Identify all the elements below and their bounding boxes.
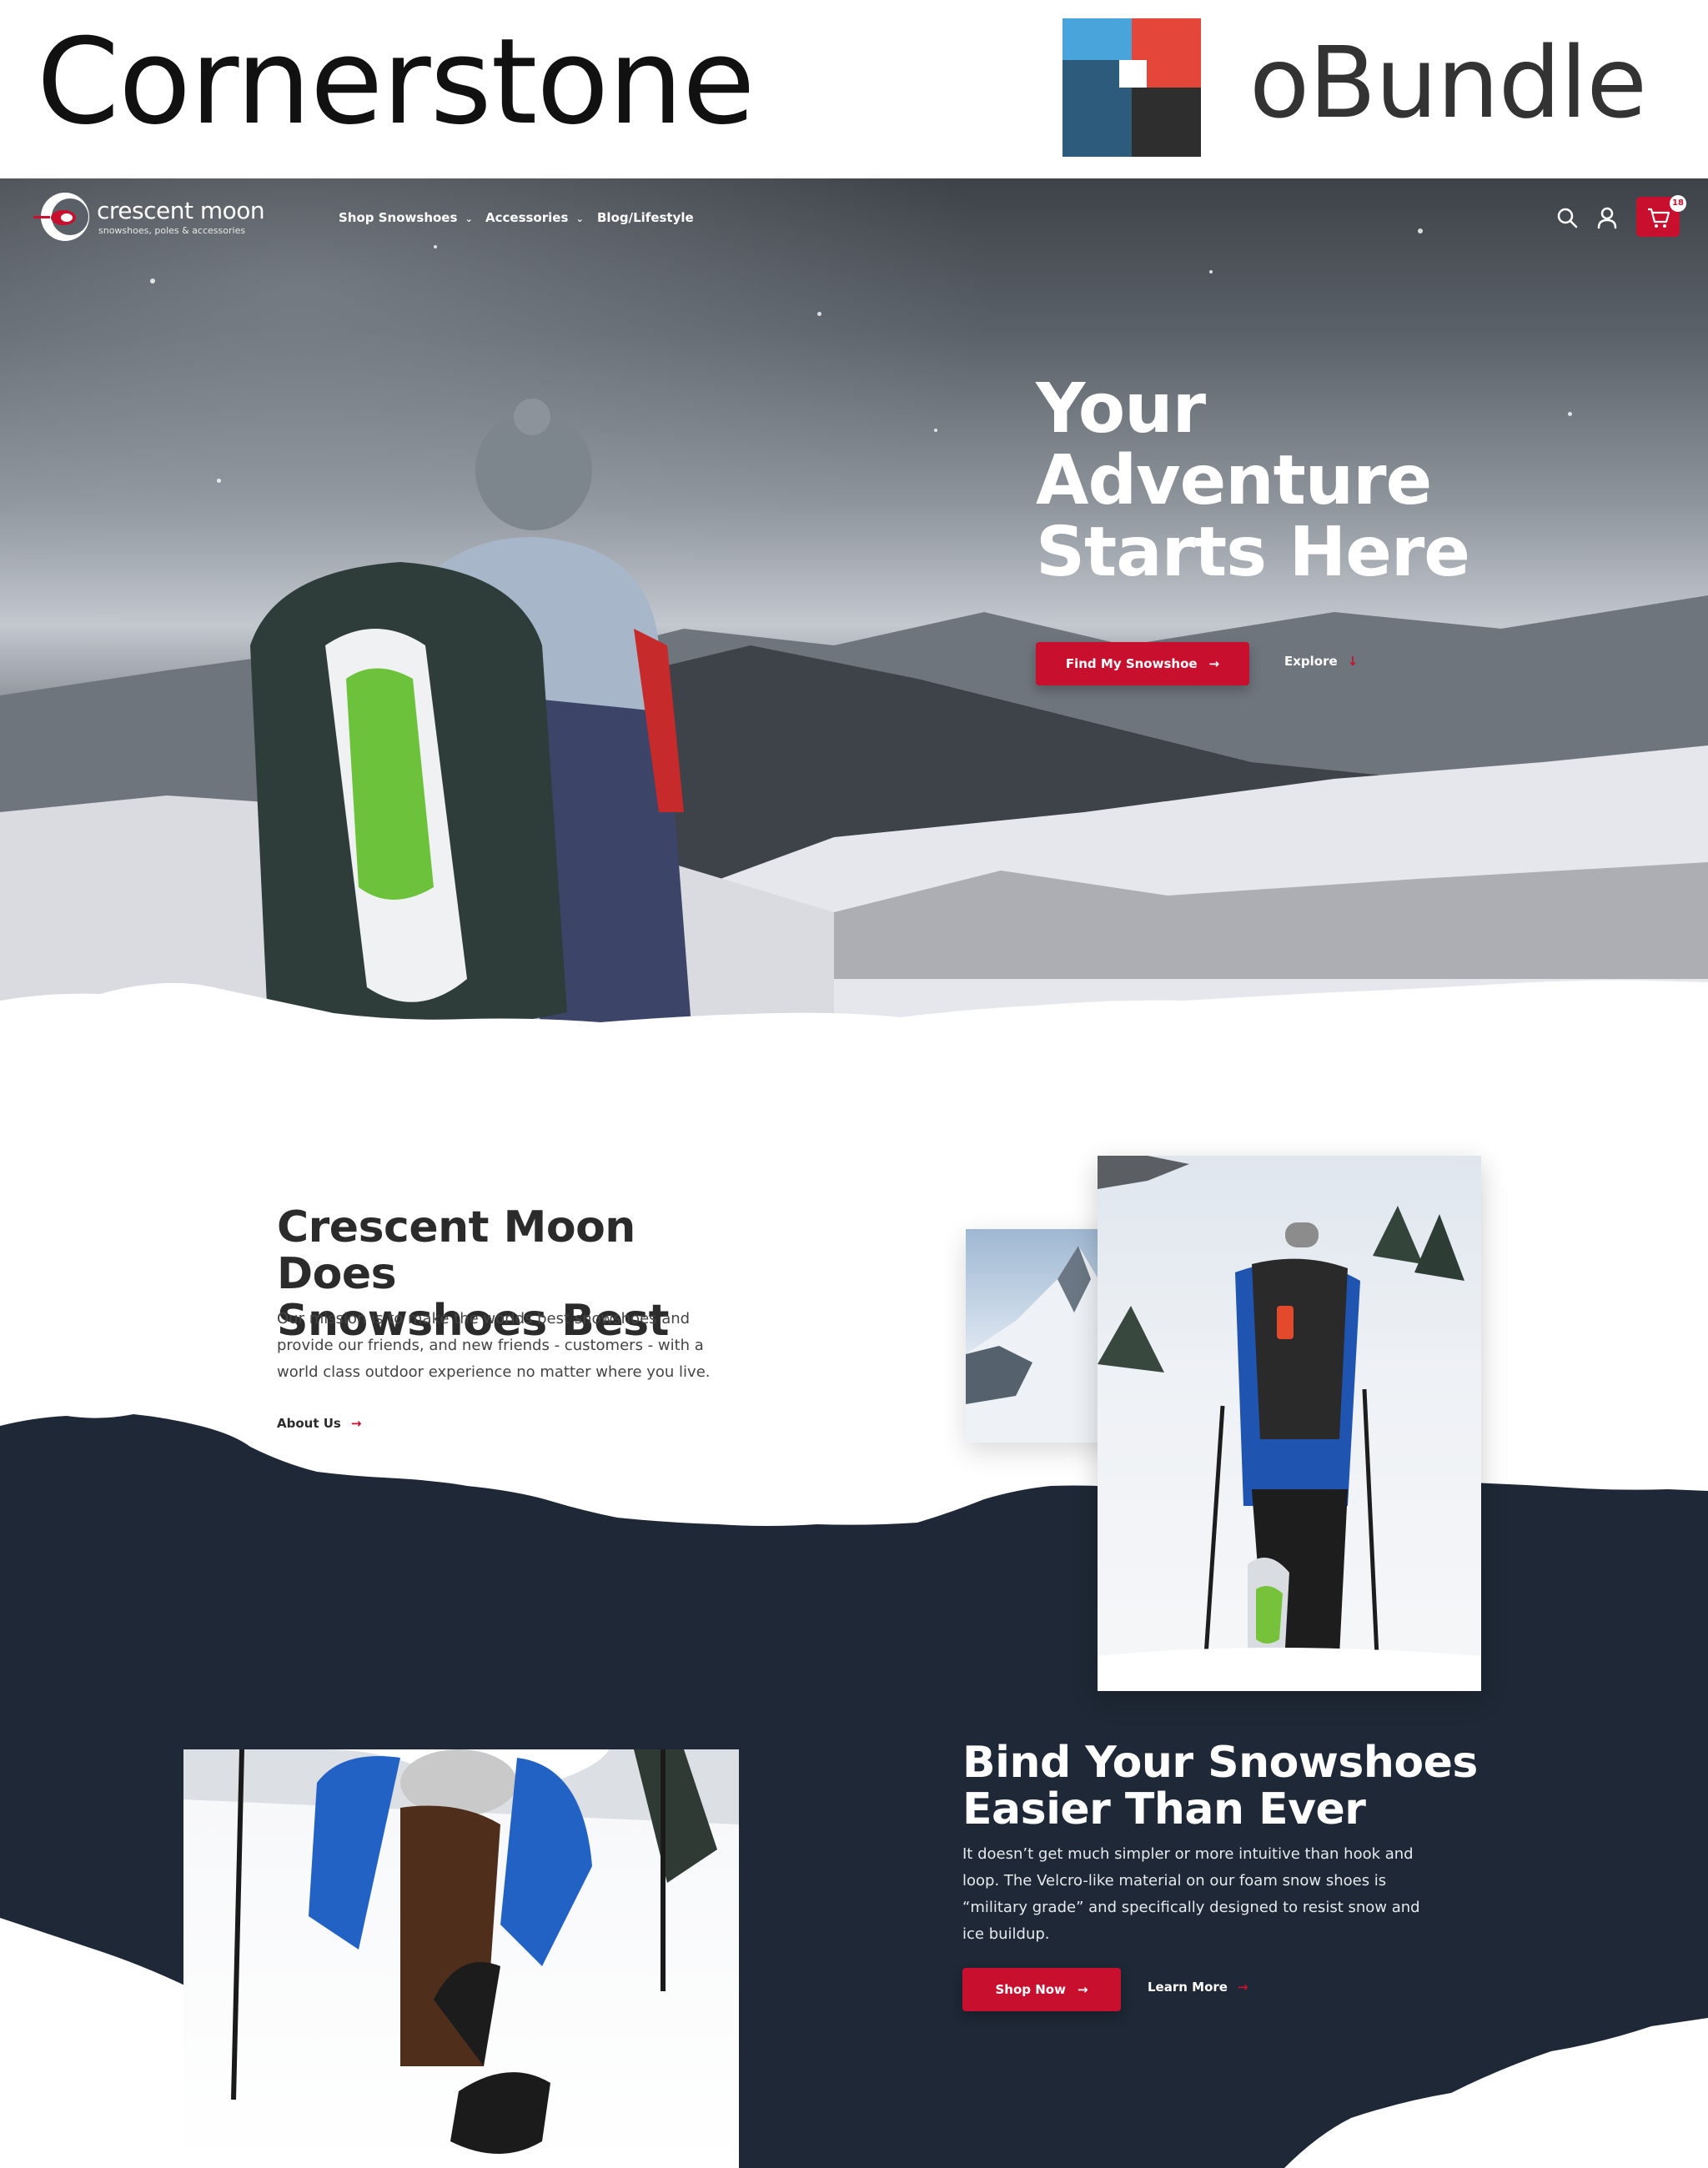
logo-tagline: snowshoes, poles & accessories (98, 225, 246, 236)
nav-accessories-label: Accessories (485, 210, 569, 225)
arrow-right-icon: → (1077, 1982, 1088, 1997)
snow-particle (434, 245, 437, 248)
shop-now-button[interactable]: Shop Now → (962, 1968, 1121, 2011)
crescent-moon-logo-icon (33, 193, 89, 241)
learn-more-link[interactable]: Learn More → (1148, 1980, 1248, 1995)
chevron-down-icon: ⌄ (575, 213, 584, 224)
snow-particle (150, 279, 155, 284)
snow-particle (1209, 270, 1213, 274)
shop-now-label: Shop Now (995, 1982, 1066, 1997)
hero-heading-line2: Adventure (1036, 441, 1432, 520)
nav-shop-snowshoes-label: Shop Snowshoes (339, 210, 458, 225)
chevron-down-icon: ⌄ (465, 213, 473, 224)
hero-section (0, 178, 1708, 1037)
arrow-right-icon: → (1208, 656, 1220, 671)
banner-brand: oBundle (1249, 25, 1647, 140)
binding-body: It doesn’t get much simpler or more intu… (962, 1845, 1420, 1943)
about-body: Our mission is to make the worlds best s… (277, 1310, 711, 1381)
search-icon[interactable] (1555, 205, 1580, 230)
account-icon[interactable] (1595, 205, 1620, 230)
binding-title: Bind Your Snowshoes Easier Than Ever (962, 1739, 1479, 1833)
hero-heading: Your Adventure Starts Here (1036, 374, 1503, 589)
woman-binding-snowshoe-image (183, 1749, 739, 2154)
binding-title-line1: Bind Your Snowshoes (962, 1738, 1478, 1788)
logo-name: crescent moon (97, 197, 265, 224)
explore-link[interactable]: Explore ↓ (1284, 654, 1358, 669)
top-banner: Cornerstone oBundle (0, 0, 1708, 178)
learn-more-label: Learn More (1148, 1980, 1228, 1995)
obundle-logo-icon (1062, 18, 1201, 157)
snow-particle (1418, 228, 1423, 233)
nav-shop-snowshoes[interactable]: Shop Snowshoes ⌄ (339, 210, 473, 225)
snow-particle (217, 479, 221, 483)
nav-blog-lifestyle-label: Blog/Lifestyle (597, 210, 694, 225)
find-my-snowshoe-button[interactable]: Find My Snowshoe → (1036, 642, 1249, 685)
arrow-down-icon: ↓ (1347, 654, 1359, 669)
snow-particle (934, 429, 937, 432)
hero-scene-image (0, 399, 1708, 1037)
nav-blog-lifestyle[interactable]: Blog/Lifestyle (597, 210, 694, 225)
hero-snow-edge (0, 980, 1708, 1059)
cart-count-badge: 18 (1670, 195, 1686, 212)
nav-accessories[interactable]: Accessories ⌄ (485, 210, 584, 225)
hiker-poles-image (1098, 1156, 1481, 1691)
find-my-snowshoe-label: Find My Snowshoe (1065, 656, 1198, 671)
about-us-link[interactable]: About Us → (277, 1416, 361, 1431)
explore-label: Explore (1284, 654, 1338, 669)
snow-particle (817, 312, 821, 316)
arrow-right-icon: → (1237, 1980, 1248, 1995)
about-us-label: About Us (277, 1416, 341, 1431)
snow-particle (1568, 412, 1572, 416)
banner-title: Cornerstone (37, 13, 756, 151)
arrow-right-icon: → (350, 1416, 362, 1431)
hiker-poles-photo (1098, 1156, 1481, 1691)
hero-heading-line1: Your (1036, 369, 1206, 449)
binding-title-line2: Easier Than Ever (962, 1784, 1366, 1834)
about-title-line1: Crescent Moon Does (277, 1202, 635, 1299)
binding-photo (183, 1749, 739, 2168)
hero-heading-line3: Starts Here (1036, 513, 1470, 592)
